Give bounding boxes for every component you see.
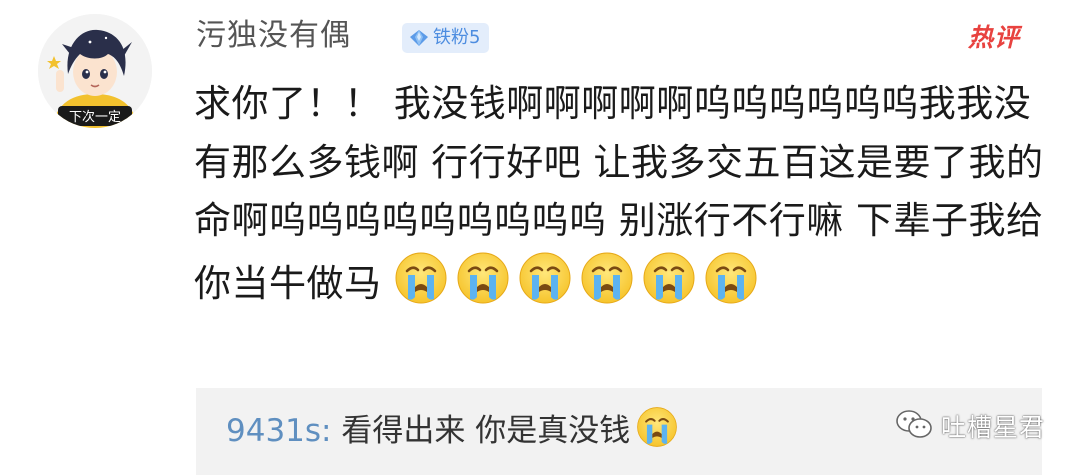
crying-face-icon bbox=[704, 251, 758, 305]
reply-username[interactable]: 9431s: bbox=[226, 413, 332, 449]
crying-face-icon bbox=[518, 251, 572, 305]
reply-line: 9431s: 看得出来 你是真没钱 bbox=[226, 406, 678, 453]
reply-text: 看得出来 你是真没钱 bbox=[331, 413, 631, 449]
watermark-text: 吐槽星君 bbox=[941, 413, 1046, 442]
crying-face-icon bbox=[456, 251, 510, 305]
emoji-row bbox=[394, 252, 766, 305]
crying-face-icon bbox=[642, 251, 696, 305]
wechat-icon bbox=[895, 408, 933, 444]
username[interactable]: 污独没有偶 bbox=[196, 16, 351, 56]
comment-body: 求你了！！ 我没钱啊啊啊啊啊呜呜呜呜呜呜我我没有那么多钱啊 行行好吧 让我多交五… bbox=[194, 75, 1054, 313]
user-avatar[interactable]: 下次一定 bbox=[38, 14, 152, 128]
diamond-icon bbox=[409, 29, 429, 47]
watermark: 吐槽星君 bbox=[895, 408, 1045, 444]
crying-face-icon bbox=[636, 406, 678, 448]
fan-badge[interactable]: 铁粉5 bbox=[402, 23, 490, 53]
hot-comment-tag: 热评 bbox=[968, 23, 1021, 52]
avatar-illustration: 下次一定 bbox=[38, 14, 152, 128]
crying-face-icon bbox=[580, 251, 634, 305]
fan-badge-label: 铁粉5 bbox=[433, 27, 481, 48]
crying-face-icon bbox=[394, 251, 448, 305]
avatar-caption: 下次一定 bbox=[69, 109, 121, 125]
